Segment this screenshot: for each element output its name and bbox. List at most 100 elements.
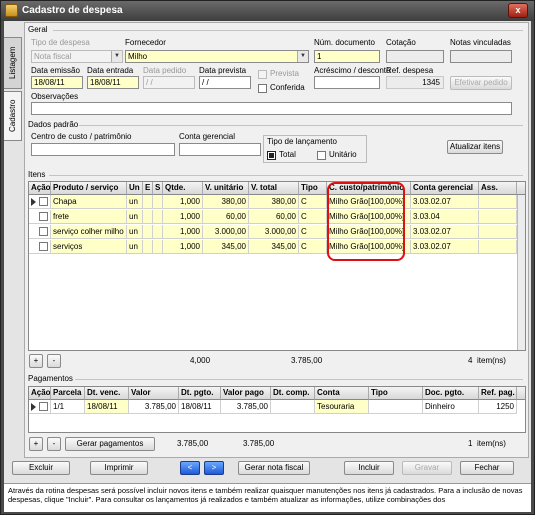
table-cell[interactable] [271,400,315,414]
row-action-cell[interactable] [29,225,51,239]
column-header[interactable]: Ação [29,182,51,195]
table-cell[interactable]: 3.785,00 [221,400,271,414]
gerar-nota-fiscal-button[interactable]: Gerar nota fiscal [238,461,310,475]
table-cell[interactable]: 3.000,00 [249,225,299,239]
table-cell[interactable] [143,195,153,209]
tab-cadastro[interactable]: Cadastro [4,91,22,141]
incluir-button[interactable]: Incluir [344,461,394,475]
chevron-down-icon[interactable]: ▼ [297,51,308,62]
table-cell[interactable]: 60,00 [203,210,249,224]
table-cell[interactable]: 3.785,00 [129,400,179,414]
table-cell[interactable] [143,240,153,254]
table-cell[interactable]: 345,00 [249,240,299,254]
remove-pagamento-button[interactable]: - [47,437,61,451]
table-cell[interactable]: 3.000,00 [203,225,249,239]
column-header[interactable]: Conta [315,387,369,400]
acrescimo-field[interactable] [314,76,380,89]
table-cell[interactable] [369,400,423,414]
column-header[interactable]: S [153,182,163,195]
remove-item-button[interactable]: - [47,354,61,368]
table-cell[interactable]: 1,000 [163,195,203,209]
table-cell[interactable]: serviços [51,240,127,254]
data-prevista-field[interactable]: / / [199,76,251,89]
column-header[interactable]: Tipo [299,182,327,195]
row-select-checkbox[interactable] [39,212,48,221]
column-header[interactable]: Ação [29,387,51,400]
table-cell[interactable]: C [299,210,327,224]
table-cell[interactable] [479,195,517,209]
excluir-button[interactable]: Excluir [12,461,70,475]
table-cell[interactable]: 3.03.02.07 [411,195,479,209]
table-cell[interactable] [479,210,517,224]
column-header[interactable]: E [143,182,153,195]
row-action-cell[interactable] [29,195,51,209]
column-header[interactable]: Dt. venc. [85,387,129,400]
observacoes-field[interactable] [31,102,512,115]
row-select-checkbox[interactable] [39,227,48,236]
row-action-cell[interactable] [29,210,51,224]
table-cell[interactable]: un [127,240,143,254]
tab-listagem[interactable]: Listagem [4,37,22,89]
unitario-radio[interactable] [317,151,326,160]
centro-custo-field[interactable] [31,143,175,156]
column-header[interactable]: Produto / serviço [51,182,127,195]
conta-gerencial-field[interactable] [179,143,261,156]
table-cell[interactable]: un [127,195,143,209]
column-header[interactable]: Valor [129,387,179,400]
table-cell[interactable]: un [127,225,143,239]
table-cell[interactable]: C [299,225,327,239]
previous-record-button[interactable]: < [180,461,200,475]
column-header[interactable]: Parcela [51,387,85,400]
column-header[interactable]: Conta gerencial [411,182,479,195]
itens-scrollbar[interactable] [517,195,525,350]
atualizar-itens-button[interactable]: Atualizar itens [447,140,503,154]
conferida-checkbox[interactable] [258,84,267,93]
column-header[interactable]: V. total [249,182,299,195]
table-cell[interactable] [479,240,517,254]
table-cell[interactable]: 380,00 [203,195,249,209]
table-cell[interactable]: 345,00 [203,240,249,254]
column-header[interactable]: Valor pago [221,387,271,400]
column-header[interactable]: Dt. pgto. [179,387,221,400]
table-cell[interactable]: 3.03.02.07 [411,240,479,254]
table-cell[interactable]: un [127,210,143,224]
column-header[interactable]: Ass. [479,182,517,195]
table-cell[interactable] [143,210,153,224]
column-header[interactable]: Ref. pag. [479,387,517,400]
gerar-pagamentos-button[interactable]: Gerar pagamentos [65,437,155,451]
table-cell[interactable] [143,225,153,239]
data-entrada-field[interactable]: 18/08/11 [87,76,139,89]
add-pagamento-button[interactable]: + [29,437,43,451]
table-cell[interactable]: 1/1 [51,400,85,414]
table-cell[interactable]: frete [51,210,127,224]
table-cell[interactable] [153,240,163,254]
table-cell[interactable]: C [299,195,327,209]
table-cell[interactable]: 18/08/11 [85,400,129,414]
table-cell[interactable] [479,225,517,239]
table-cell[interactable] [153,225,163,239]
pagamentos-table[interactable]: Ação Parcela Dt. venc. Valor Dt. pgto. V… [28,386,526,433]
column-header[interactable]: Doc. pgto. [423,387,479,400]
fechar-button[interactable]: Fechar [460,461,514,475]
column-header[interactable]: Tipo [369,387,423,400]
fornecedor-select[interactable]: Milho ▼ [125,50,309,63]
table-cell[interactable]: Chapa [51,195,127,209]
close-button[interactable]: x [508,3,528,18]
column-header[interactable]: Un [127,182,143,195]
row-select-checkbox[interactable] [39,242,48,251]
table-cell[interactable]: 380,00 [249,195,299,209]
total-radio[interactable] [267,151,276,160]
row-action-cell[interactable] [29,400,51,414]
table-cell[interactable]: Tesouraria [315,400,369,414]
add-item-button[interactable]: + [29,354,43,368]
cotacao-field[interactable] [386,50,444,63]
notas-vinculadas-field[interactable] [450,50,512,63]
next-record-button[interactable]: > [204,461,224,475]
table-cell[interactable]: serviço colher milho [51,225,127,239]
table-cell[interactable]: 1,000 [163,210,203,224]
table-cell[interactable]: 1,000 [163,225,203,239]
data-emissao-field[interactable]: 18/08/11 [31,76,83,89]
row-action-cell[interactable] [29,240,51,254]
imprimir-button[interactable]: Imprimir [90,461,148,475]
table-cell[interactable] [153,195,163,209]
